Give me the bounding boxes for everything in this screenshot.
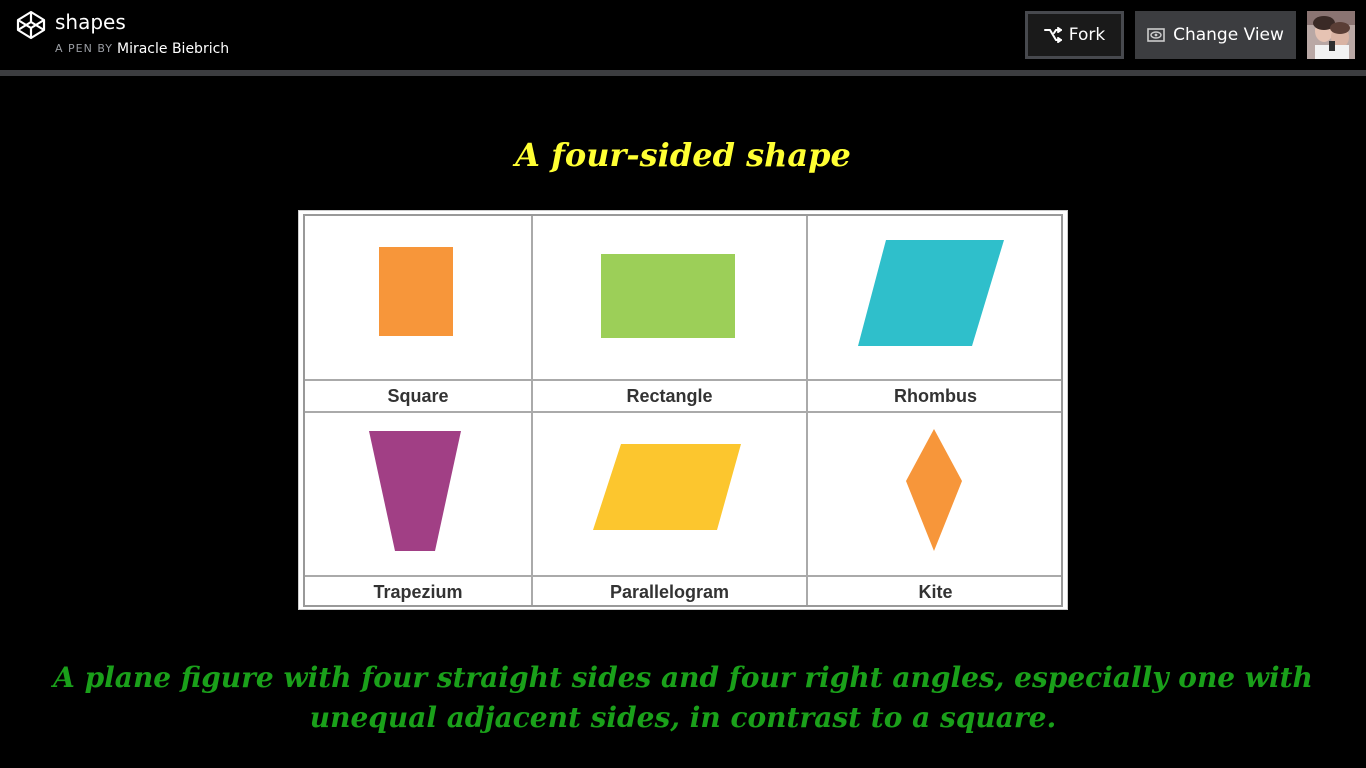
page-heading-partial: ▬▬▬ ▬ ▬ ▬▬▬▬▬▬▬▬▬	[0, 76, 1366, 87]
rhombus-shape	[858, 240, 1004, 346]
fork-button-label: Fork	[1068, 25, 1106, 45]
label-parallelogram: Parallelogram	[609, 581, 730, 602]
label-square: Square	[387, 385, 449, 406]
fork-button[interactable]: Fork	[1025, 11, 1124, 59]
square-shape	[379, 247, 453, 336]
label-kite: Kite	[918, 581, 953, 602]
trapezium-shape	[369, 431, 461, 551]
kite-shape	[906, 429, 962, 551]
change-view-label: Change View	[1173, 25, 1284, 45]
label-rhombus: Rhombus	[894, 385, 977, 406]
avatar-image	[1307, 11, 1355, 59]
pen-title[interactable]: shapes	[55, 10, 126, 34]
definition-text: A plane figure with four straight sides …	[53, 661, 1313, 734]
rectangle-shape	[601, 254, 735, 338]
fork-icon	[1043, 27, 1062, 43]
square-fill	[379, 247, 453, 336]
pen-preview: ▬▬▬ ▬ ▬ ▬▬▬▬▬▬▬▬▬ A four-sided shape Squ…	[0, 76, 1366, 768]
parallelogram-shape	[593, 444, 741, 530]
subtitle: A four-sided shape	[515, 136, 851, 174]
change-view-button[interactable]: Change View	[1135, 11, 1296, 59]
label-rectangle: Rectangle	[626, 385, 713, 406]
pen-by-label: A PEN BY	[55, 42, 113, 55]
pen-author-link[interactable]: Miracle Biebrich	[117, 41, 229, 57]
quadrilaterals-image: Square Rectangle Rhombus Trapezium Paral…	[298, 210, 1068, 610]
shape-grid: Square Rectangle Rhombus Trapezium Paral…	[303, 214, 1063, 607]
eye-view-icon	[1147, 28, 1165, 42]
label-trapezium: Trapezium	[373, 581, 463, 602]
codepen-logo-icon[interactable]	[16, 10, 46, 40]
codepen-header: shapes A PEN BY Miracle Biebrich Fork Ch…	[0, 0, 1366, 70]
user-avatar[interactable]	[1307, 11, 1355, 59]
